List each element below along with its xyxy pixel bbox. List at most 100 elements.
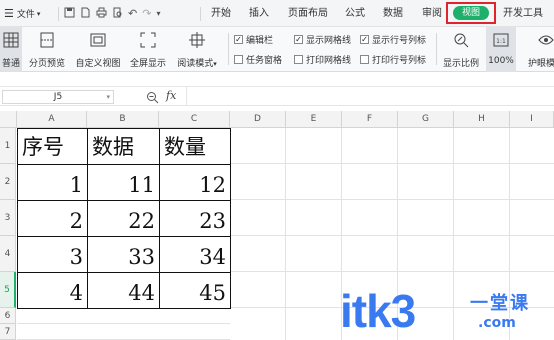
- table-cell[interactable]: 4: [17, 272, 88, 309]
- column-header[interactable]: H: [454, 111, 510, 128]
- row-header[interactable]: 3: [0, 200, 16, 236]
- table-cell[interactable]: 44: [87, 272, 160, 309]
- zoom-icon: [453, 32, 469, 52]
- table-cell[interactable]: 1: [17, 164, 88, 201]
- print-icon[interactable]: [96, 7, 107, 21]
- table-cell[interactable]: 2: [17, 200, 88, 237]
- eye-icon: [538, 32, 554, 52]
- watermark-brand: itk3: [340, 285, 416, 337]
- checkbox-label: 显示行号列标: [372, 35, 427, 46]
- tab-page-layout[interactable]: 页面布局: [288, 6, 328, 22]
- formula-input[interactable]: [186, 87, 554, 105]
- table-cell[interactable]: 34: [159, 236, 231, 273]
- row-header[interactable]: 2: [0, 164, 16, 200]
- checkbox-label: 打印网格线: [306, 55, 352, 66]
- watermark-cn: 一堂课: [470, 293, 530, 314]
- table-cell[interactable]: 23: [159, 200, 231, 237]
- checkbox-show-gridlines[interactable]: ✓ 显示网格线: [294, 33, 351, 46]
- row-header[interactable]: 7: [0, 324, 16, 340]
- checkbox-task-pane[interactable]: 任务窗格: [234, 53, 282, 66]
- reading-mode-label: 阅读模式▾: [177, 59, 217, 69]
- checkbox-print-headings[interactable]: 打印行号列标: [360, 53, 426, 66]
- table-cell[interactable]: 33: [87, 236, 160, 273]
- column-header[interactable]: B: [87, 111, 159, 128]
- table-cell[interactable]: 3: [17, 236, 88, 273]
- name-box-value: J5: [53, 92, 63, 102]
- row-header[interactable]: 1: [0, 128, 16, 164]
- custom-view-icon: [90, 32, 106, 52]
- page-break-preview-label: 分页预览: [28, 59, 65, 69]
- column-header[interactable]: E: [286, 111, 342, 128]
- checkbox-label: 编辑栏: [246, 35, 274, 46]
- tab-review[interactable]: 审阅: [422, 6, 442, 22]
- full-screen-label: 全屏显示: [129, 59, 166, 69]
- file-menu-label: 文件: [16, 10, 35, 20]
- chevron-down-icon: ▾: [106, 93, 110, 101]
- eye-protection-button[interactable]: 护眼模式: [526, 27, 554, 72]
- custom-view-label: 自定义视图: [75, 59, 121, 69]
- zoom-100-button[interactable]: 1:1 100%: [486, 27, 516, 72]
- zoom-label: 显示比例: [442, 59, 479, 69]
- ratio-icon: 1:1: [493, 32, 509, 52]
- checkbox-icon: [234, 54, 243, 64]
- tab-developer[interactable]: 开发工具: [503, 6, 543, 22]
- column-header[interactable]: D: [230, 111, 286, 128]
- zoom-button[interactable]: 显示比例: [440, 27, 482, 72]
- column-header[interactable]: A: [17, 111, 87, 128]
- grid-icon: [3, 32, 19, 52]
- checkbox-icon: [360, 54, 369, 64]
- fullscreen-icon: [140, 32, 156, 52]
- table-header-cell[interactable]: 序号: [17, 128, 88, 165]
- checkbox-icon: [294, 54, 303, 64]
- tab-insert[interactable]: 插入: [249, 6, 269, 22]
- row-header[interactable]: 4: [0, 236, 16, 272]
- row-header-selected[interactable]: 5: [0, 272, 16, 308]
- column-header[interactable]: I: [510, 111, 554, 128]
- svg-text:1:1: 1:1: [496, 38, 506, 45]
- select-all-corner[interactable]: [0, 111, 17, 128]
- tab-view-highlight: 视图: [446, 2, 496, 24]
- eye-protection-label: 护眼模式: [527, 59, 554, 69]
- save-icon[interactable]: [64, 7, 75, 21]
- zoom-100-label: 100%: [488, 56, 514, 66]
- table-cell[interactable]: 22: [87, 200, 160, 237]
- table-cell[interactable]: 12: [159, 164, 231, 201]
- column-header[interactable]: C: [159, 111, 230, 128]
- normal-view-label: 普通: [1, 59, 20, 69]
- checkbox-print-gridlines[interactable]: 打印网格线: [294, 53, 352, 66]
- column-header[interactable]: G: [398, 111, 454, 128]
- table-header-cell[interactable]: 数量: [159, 128, 231, 165]
- column-header[interactable]: F: [342, 111, 398, 128]
- tab-view[interactable]: 视图: [453, 6, 489, 20]
- custom-view-button[interactable]: 自定义视图: [72, 27, 124, 72]
- checkbox-formula-bar[interactable]: ✓ 编辑栏: [234, 33, 274, 46]
- crosshair-icon: [189, 32, 205, 52]
- row-header[interactable]: 6: [0, 308, 16, 324]
- fx-icon[interactable]: fx: [166, 89, 176, 102]
- formula-bar: J5 ▾ fx: [0, 86, 554, 106]
- redo-icon[interactable]: ↷: [142, 7, 151, 20]
- full-screen-button[interactable]: 全屏显示: [127, 27, 169, 72]
- checkbox-show-headings[interactable]: ✓ 显示行号列标: [360, 33, 427, 46]
- file-menu[interactable]: ☰ 文件 ▾: [4, 0, 40, 27]
- reading-mode-button[interactable]: 阅读模式▾: [172, 27, 222, 72]
- table-header-cell[interactable]: 数据: [87, 128, 160, 165]
- view-ribbon: 普通 分页预览 自定义视图 全屏显示 阅读模式▾ ✓ 编辑栏 ✓ 显示网格线 ✓ 显示…: [0, 27, 554, 72]
- name-box[interactable]: J5 ▾: [2, 90, 114, 104]
- print-preview-icon[interactable]: [112, 7, 123, 21]
- tab-data[interactable]: 数据: [383, 6, 403, 22]
- zoom-search-icon[interactable]: [146, 89, 159, 108]
- table-cell[interactable]: 45: [159, 272, 231, 309]
- page-break-icon: [39, 32, 55, 52]
- page-break-preview-button[interactable]: 分页预览: [26, 27, 68, 72]
- undo-icon[interactable]: ↶: [128, 7, 137, 20]
- checkbox-icon: ✓: [360, 34, 369, 44]
- export-pdf-icon[interactable]: [80, 7, 91, 21]
- empty-grid-lower[interactable]: [17, 308, 230, 340]
- tab-formulas[interactable]: 公式: [345, 6, 365, 22]
- normal-view-button[interactable]: 普通: [0, 27, 22, 72]
- checkbox-icon: ✓: [234, 34, 243, 44]
- more-icon[interactable]: ▾: [156, 9, 160, 18]
- table-cell[interactable]: 11: [87, 164, 160, 201]
- tab-home[interactable]: 开始: [211, 6, 231, 22]
